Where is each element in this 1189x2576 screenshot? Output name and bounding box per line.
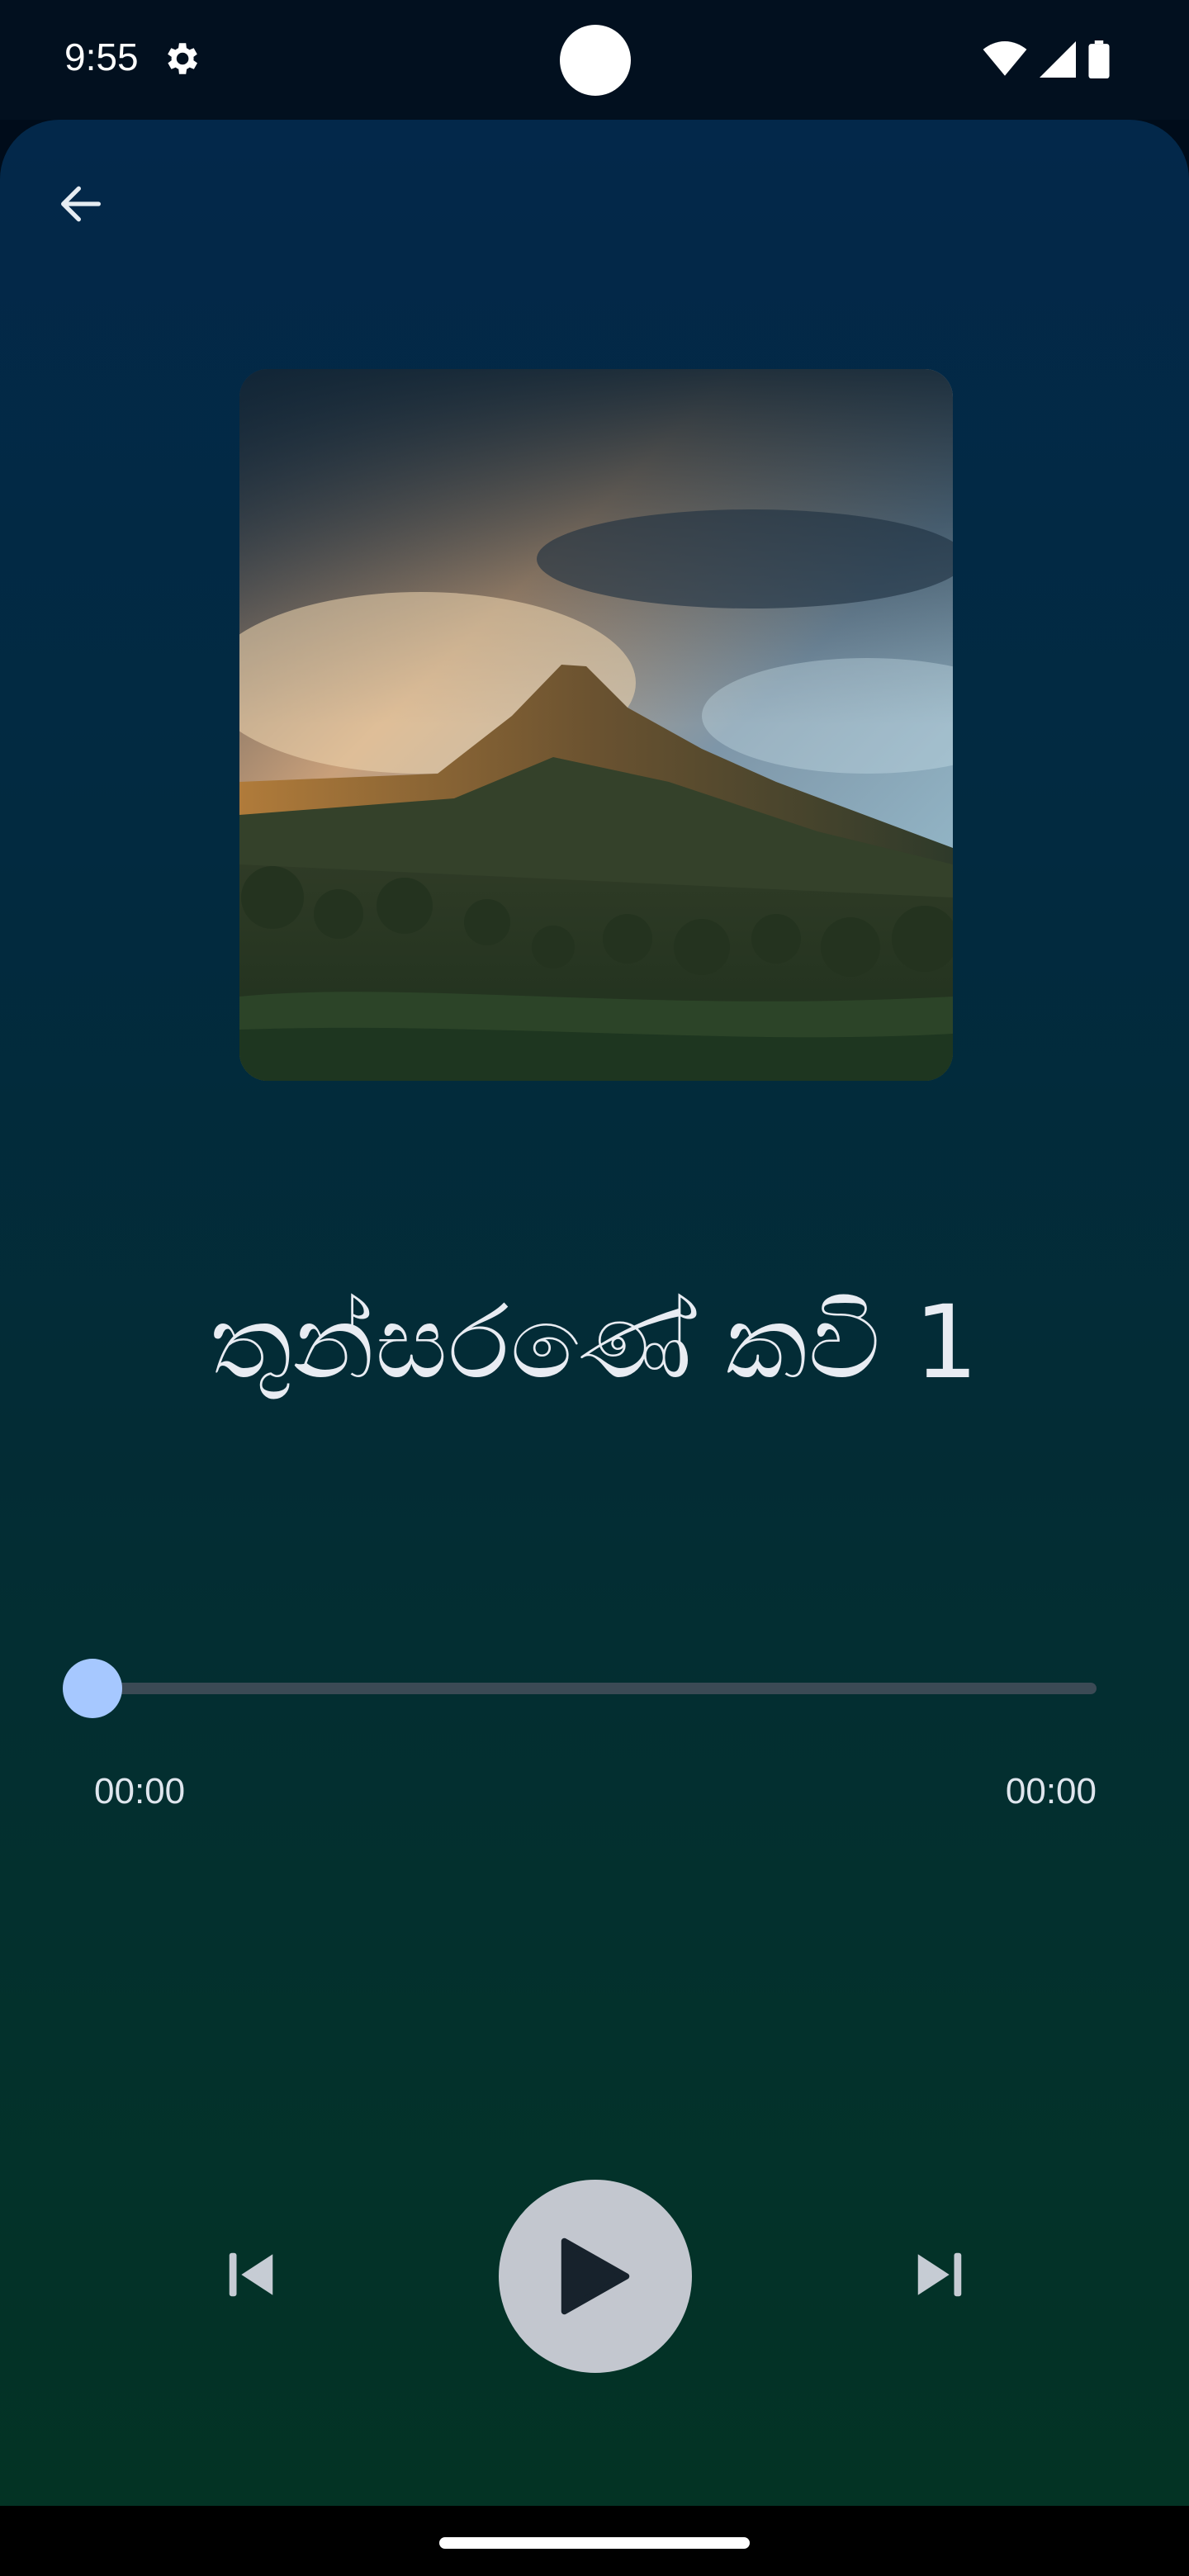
wifi-icon — [983, 41, 1027, 76]
skip-next-icon — [917, 2252, 962, 2297]
mountain-landscape-image — [239, 369, 953, 1081]
status-bar: 9:55 — [0, 0, 1189, 120]
camera-cutout — [560, 25, 631, 96]
track-title: තුන්සරණේ කවි 1 — [210, 1284, 979, 1401]
seek-bar[interactable] — [92, 1683, 1097, 1694]
status-time: 9:55 — [64, 36, 139, 78]
navigation-bar — [0, 2506, 1189, 2576]
play-icon — [561, 2237, 630, 2315]
album-artwork — [239, 369, 953, 1081]
next-button[interactable] — [898, 2233, 981, 2316]
back-button[interactable] — [46, 169, 116, 239]
skip-previous-icon — [229, 2252, 273, 2297]
seek-thumb[interactable] — [63, 1659, 122, 1718]
total-duration: 00:00 — [1005, 1771, 1097, 1811]
current-time: 00:00 — [94, 1771, 186, 1811]
player-screen: තුන්සරණේ කවි 1 00:00 00:00 — [0, 120, 1189, 2506]
previous-button[interactable] — [210, 2233, 292, 2316]
arrow-left-icon — [61, 186, 101, 222]
settings-gear-icon — [168, 43, 197, 74]
battery-icon — [1088, 40, 1110, 78]
status-icons — [983, 40, 1110, 79]
play-button[interactable] — [499, 2180, 692, 2373]
home-indicator[interactable] — [439, 2537, 750, 2549]
cellular-signal-icon — [1040, 41, 1076, 78]
